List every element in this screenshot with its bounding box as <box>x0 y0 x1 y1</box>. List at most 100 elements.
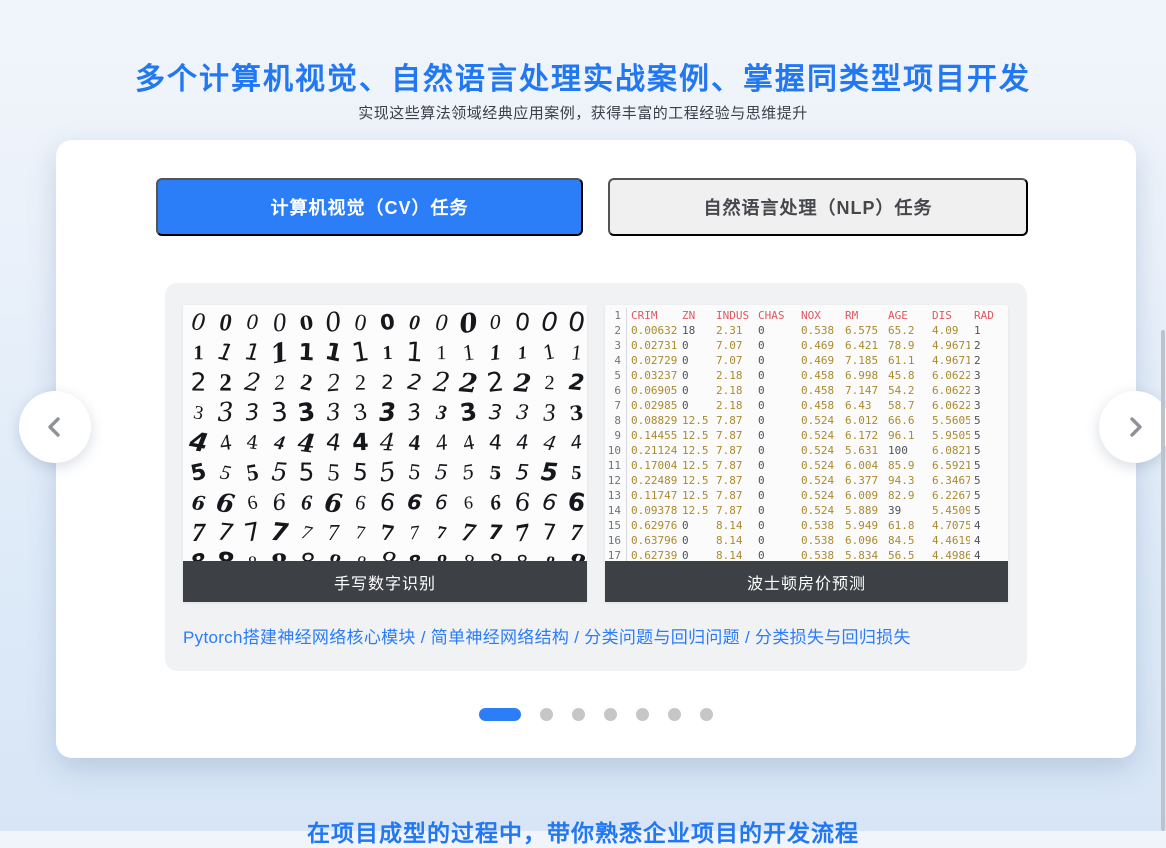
boston-value-cell: 4.9671 <box>928 338 970 353</box>
mnist-digit: 7 <box>507 517 537 550</box>
boston-value-cell: 6.004 <box>841 458 884 473</box>
boston-value-cell: 5 <box>970 488 1008 503</box>
boston-table-row: 100.2112412.57.8700.5245.6311006.08215 <box>605 443 1008 458</box>
mnist-digit: 1 <box>510 340 534 366</box>
mnist-digit: 3 <box>372 396 403 430</box>
boston-value-cell: 82.9 <box>884 488 928 503</box>
boston-header-cell: ZN <box>678 308 712 323</box>
mnist-digit: 4 <box>318 426 350 460</box>
mnist-digit: 3 <box>209 395 241 430</box>
boston-value-cell: 5.949 <box>841 518 884 533</box>
mnist-digit: 0 <box>401 308 429 338</box>
boston-value-cell: 0.02731 <box>627 338 678 353</box>
mnist-digit: 3 <box>483 399 509 427</box>
boston-table-row: 110.1700412.57.8700.5246.00485.96.59215 <box>605 458 1008 473</box>
boston-value-cell: 0 <box>754 428 797 443</box>
boston-value-cell: 65.2 <box>884 323 928 338</box>
mnist-digit: 0 <box>211 307 240 339</box>
boston-value-cell: 0 <box>678 338 712 353</box>
boston-value-cell: 0.458 <box>797 368 841 383</box>
boston-value-cell: 2.31 <box>712 323 754 338</box>
boston-value-cell: 0 <box>754 518 797 533</box>
carousel-next-button[interactable] <box>1099 391 1166 463</box>
mnist-digit: 7 <box>451 514 486 552</box>
boston-value-cell: 2.18 <box>712 368 754 383</box>
boston-table-row: 120.2248912.57.8700.5246.37794.36.34675 <box>605 473 1008 488</box>
boston-table-row: 130.1174712.57.8700.5246.00982.96.22675 <box>605 488 1008 503</box>
mnist-row: 111111111111111 <box>185 338 587 368</box>
boston-value-cell: 7.87 <box>712 428 754 443</box>
boston-value-cell: 0.538 <box>797 533 841 548</box>
boston-value-cell: 2 <box>970 338 1008 353</box>
carousel-dot-1[interactable] <box>479 708 521 721</box>
boston-value-cell: 8.14 <box>712 548 754 561</box>
tab-cv-tasks[interactable]: 计算机视觉（CV）任务 <box>156 178 583 236</box>
mnist-digit: 3 <box>564 399 587 427</box>
boston-value-cell: 0 <box>678 398 712 413</box>
mnist-digit: 2 <box>537 369 562 396</box>
scrollbar-thumb[interactable] <box>1161 330 1165 831</box>
tab-nlp-tasks[interactable]: 自然语言处理（NLP）任务 <box>608 178 1028 236</box>
mnist-digit: 7 <box>483 520 507 547</box>
carousel-dot-2[interactable] <box>540 708 553 721</box>
mnist-digit: 2 <box>348 369 374 398</box>
boston-value-cell: 6.5921 <box>928 458 970 473</box>
boston-value-cell: 0 <box>754 323 797 338</box>
carousel-dot-6[interactable] <box>668 708 681 721</box>
boston-value-cell: 100 <box>884 443 928 458</box>
mnist-digit: 4 <box>210 427 240 460</box>
boston-value-cell: 8.14 <box>712 518 754 533</box>
slide-topics-link[interactable]: Pytorch搭建神经网络核心模块 / 简单神经网络结构 / 分类问题与回归问题… <box>183 623 911 648</box>
boston-value-cell: 0.11747 <box>627 488 678 503</box>
boston-value-cell: 5 <box>970 473 1008 488</box>
line-number: 6 <box>605 383 627 398</box>
boston-header-cell: DIS <box>928 308 970 323</box>
mnist-digit: 8 <box>370 544 405 561</box>
boston-value-cell: 0.469 <box>797 353 841 368</box>
boston-value-cell: 8.14 <box>712 533 754 548</box>
mnist-image: 0000000000000001111111111111112222222222… <box>183 305 587 561</box>
boston-value-cell: 56.5 <box>884 548 928 561</box>
boston-table-row: 90.1445512.57.8700.5246.17296.15.95055 <box>605 428 1008 443</box>
mnist-digit: 7 <box>183 516 214 550</box>
mnist-digit: 8 <box>481 547 511 561</box>
mnist-digit: 5 <box>534 456 565 490</box>
case-card-boston[interactable]: 1CRIMZNINDUSCHASNOXRMAGEDISRAD20.0063218… <box>605 305 1008 602</box>
boston-value-cell: 5 <box>970 413 1008 428</box>
boston-value-cell: 6.575 <box>841 323 884 338</box>
boston-value-cell: 0 <box>754 488 797 503</box>
mnist-digit: 1 <box>375 340 399 367</box>
boston-table-row: 150.6297608.1400.5385.94961.84.70754 <box>605 518 1008 533</box>
mnist-digit: 6 <box>317 485 351 521</box>
mnist-digit: 4 <box>346 427 375 459</box>
mnist-digit: 3 <box>510 399 536 427</box>
carousel-dot-4[interactable] <box>604 708 617 721</box>
boston-value-cell: 4.09 <box>928 323 970 338</box>
mnist-digit: 2 <box>375 370 399 397</box>
carousel-dot-7[interactable] <box>700 708 713 721</box>
mnist-digit: 2 <box>266 368 294 398</box>
boston-value-cell: 7.147 <box>841 383 884 398</box>
boston-value-cell: 45.8 <box>884 368 928 383</box>
boston-value-cell: 0.06905 <box>627 383 678 398</box>
boston-value-cell: 18 <box>678 323 712 338</box>
mnist-digit: 5 <box>183 456 214 489</box>
carousel-dot-3[interactable] <box>572 708 585 721</box>
mnist-digit: 8 <box>510 550 534 561</box>
boston-table-row: 50.0323702.1800.4586.99845.86.06223 <box>605 368 1008 383</box>
carousel-dot-5[interactable] <box>636 708 649 721</box>
boston-value-cell: 0.21124 <box>627 443 678 458</box>
mnist-digit: 6 <box>239 488 267 518</box>
line-number: 9 <box>605 428 627 443</box>
mnist-digit: 3 <box>319 397 349 429</box>
boston-value-cell: 6.377 <box>841 473 884 488</box>
carousel-prev-button[interactable] <box>19 391 91 463</box>
mnist-digit: 6 <box>371 485 404 521</box>
mnist-digit: 6 <box>559 485 587 522</box>
boston-value-cell: 0.03237 <box>627 368 678 383</box>
boston-value-cell: 0.62976 <box>627 518 678 533</box>
case-card-mnist[interactable]: 0000000000000001111111111111112222222222… <box>183 305 587 602</box>
mnist-digit: 5 <box>455 459 482 488</box>
boston-value-cell: 94.3 <box>884 473 928 488</box>
boston-value-cell: 0 <box>678 353 712 368</box>
